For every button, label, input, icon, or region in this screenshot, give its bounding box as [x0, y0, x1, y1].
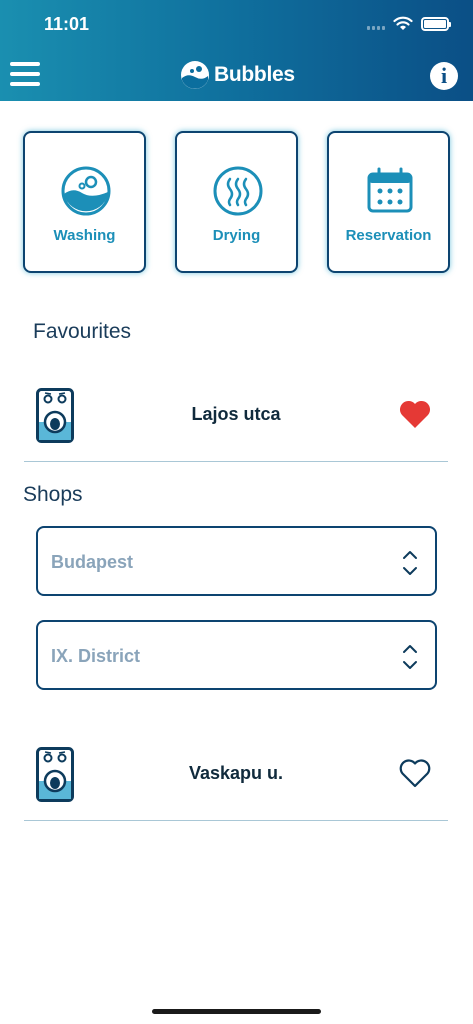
district-select-value: IX. District [51, 646, 141, 666]
drying-tile[interactable]: Drying [175, 131, 298, 273]
calendar-icon [367, 167, 413, 213]
status-icons [367, 16, 451, 31]
shop-name: Vaskapu u. [188, 763, 284, 783]
signal-icon [367, 18, 385, 30]
shops-title: Shops [23, 483, 83, 506]
chevron-updown-icon [403, 551, 417, 575]
drying-label: Drying [212, 227, 261, 244]
favourite-shop-name: Lajos utca [191, 404, 281, 424]
menu-button[interactable] [10, 62, 40, 90]
info-button[interactable]: i [430, 62, 458, 90]
shop-row[interactable]: Vaskapu u. [24, 733, 448, 821]
app-logo: Bubbles [180, 60, 295, 90]
reservation-label: Reservation [345, 227, 432, 244]
city-select[interactable]: Budapest [36, 526, 437, 596]
drying-icon [213, 166, 263, 216]
city-select-value: Budapest [51, 552, 134, 572]
wifi-icon [393, 16, 413, 30]
status-time: 11:01 [44, 14, 90, 34]
app-header: 11:01 Bubbles i [0, 0, 473, 101]
home-indicator[interactable] [152, 1009, 321, 1014]
chevron-updown-icon [403, 645, 417, 669]
washing-icon [61, 166, 111, 216]
favourite-shop-row[interactable]: Lajos utca [24, 374, 448, 462]
washing-tile[interactable]: Washing [23, 131, 146, 273]
bubbles-logo-icon [181, 61, 209, 89]
favourites-title: Favourites [33, 320, 132, 343]
heart-outline-icon[interactable] [398, 757, 432, 789]
battery-icon [421, 16, 451, 31]
washing-label: Washing [53, 227, 116, 244]
app-title: Bubbles [214, 63, 295, 86]
heart-filled-icon[interactable] [398, 398, 432, 430]
reservation-tile[interactable]: Reservation [327, 131, 450, 273]
district-select[interactable]: IX. District [36, 620, 437, 690]
